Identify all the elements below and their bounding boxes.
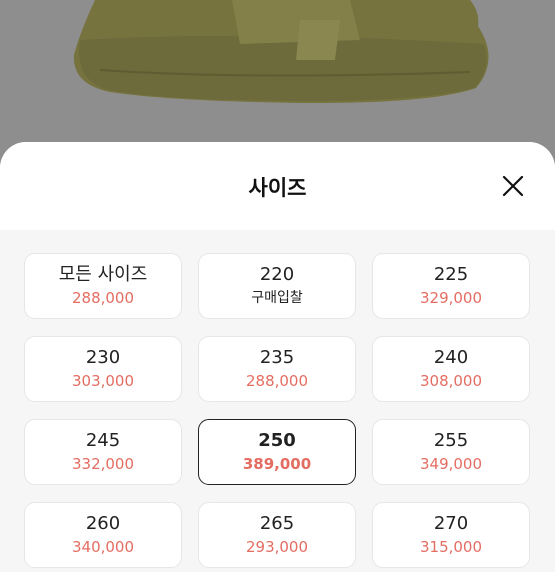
size-label: 240: [433, 347, 469, 368]
size-price: 329,000: [419, 289, 483, 307]
size-price: 288,000: [245, 372, 309, 390]
size-label: 260: [85, 513, 121, 534]
size-label: 225: [433, 264, 469, 285]
size-label: 270: [433, 513, 469, 534]
product-image-backdrop: [0, 0, 555, 160]
sneaker-image: [73, 0, 489, 104]
size-label: 245: [85, 430, 121, 451]
size-option-270[interactable]: 270 315,000: [372, 502, 530, 568]
size-option-265[interactable]: 265 293,000: [198, 502, 356, 568]
size-price: 288,000: [71, 289, 135, 307]
size-option-260[interactable]: 260 340,000: [24, 502, 182, 568]
size-label: 230: [85, 347, 121, 368]
sheet-header: 사이즈: [0, 142, 555, 230]
size-label: 235: [259, 347, 295, 368]
sheet-title: 사이즈: [248, 176, 307, 200]
size-price: 315,000: [419, 538, 483, 556]
size-bottom-sheet: 사이즈 모든 사이즈 288,000 220 구매입찰 225 329,000 …: [0, 142, 555, 572]
size-price: 332,000: [71, 455, 135, 473]
size-grid: 모든 사이즈 288,000 220 구매입찰 225 329,000 230 …: [24, 253, 530, 568]
size-option-255[interactable]: 255 349,000: [372, 419, 530, 485]
size-price: 308,000: [419, 372, 483, 390]
size-option-225[interactable]: 225 329,000: [372, 253, 530, 319]
size-label: 250: [258, 430, 296, 451]
size-label: 220: [259, 264, 295, 285]
size-option-220[interactable]: 220 구매입찰: [198, 253, 356, 319]
size-option-245[interactable]: 245 332,000: [24, 419, 182, 485]
size-bid-label: 구매입찰: [251, 290, 303, 306]
size-label: 255: [433, 430, 469, 451]
size-option-240[interactable]: 240 308,000: [372, 336, 530, 402]
size-price: 389,000: [242, 455, 312, 473]
size-option-250-selected[interactable]: 250 389,000: [198, 419, 356, 485]
size-price: 349,000: [419, 455, 483, 473]
size-option-all[interactable]: 모든 사이즈 288,000: [24, 253, 182, 319]
size-label: 모든 사이즈: [58, 264, 148, 285]
size-price: 293,000: [245, 538, 309, 556]
size-option-230[interactable]: 230 303,000: [24, 336, 182, 402]
close-icon[interactable]: [501, 174, 525, 198]
size-price: 303,000: [71, 372, 135, 390]
size-option-235[interactable]: 235 288,000: [198, 336, 356, 402]
size-label: 265: [259, 513, 295, 534]
size-price: 340,000: [71, 538, 135, 556]
